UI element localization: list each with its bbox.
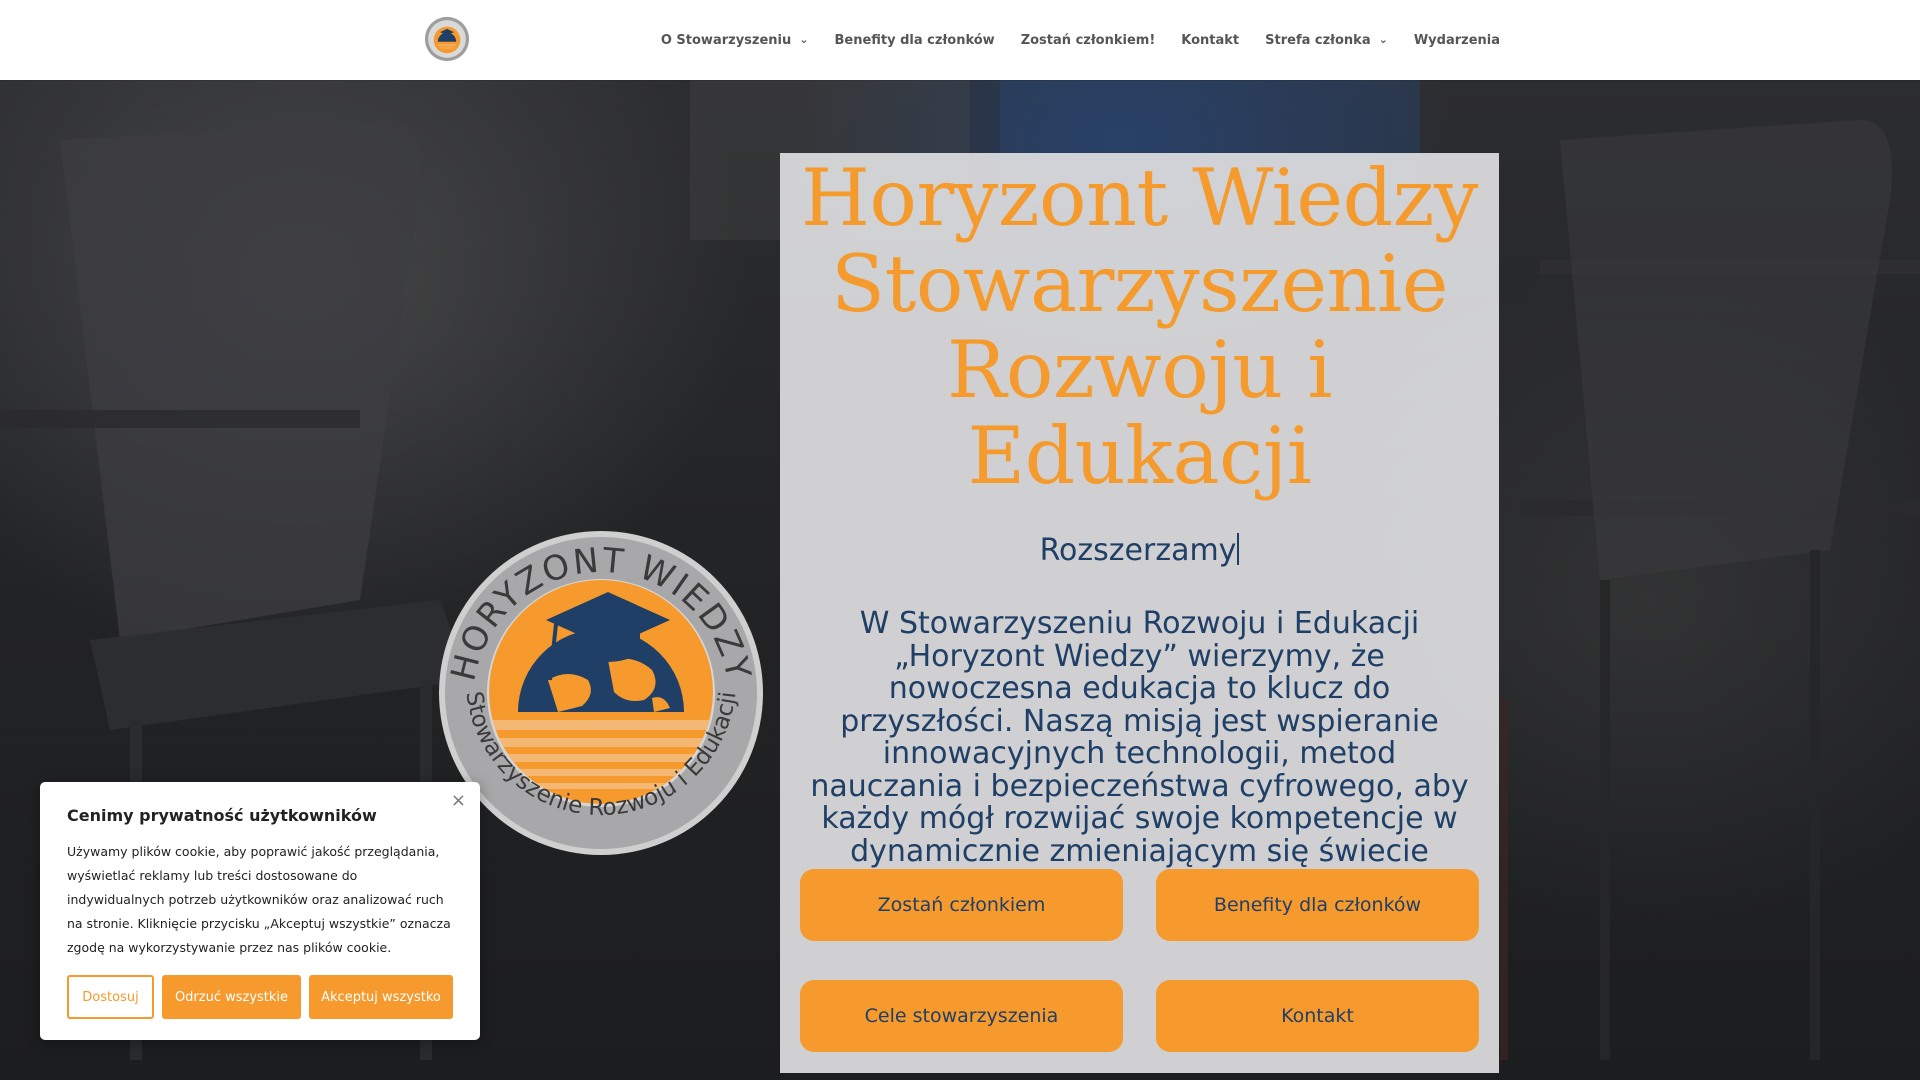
typing-caret xyxy=(1237,533,1240,565)
typed-text: Rozszerzamy xyxy=(780,533,1499,568)
cookie-title: Cenimy prywatność użytkowników xyxy=(67,806,377,825)
nav-item-wydarzenia[interactable]: Wydarzenia xyxy=(1414,33,1500,48)
contact-button[interactable]: Kontakt xyxy=(1156,980,1479,1052)
customize-cookies-button[interactable]: Dostosuj xyxy=(67,975,154,1019)
nav-item-zostan-czlonkiem[interactable]: Zostań członkiem! xyxy=(1021,33,1156,48)
site-logo[interactable] xyxy=(424,16,470,62)
nav-item-strefa-czlonka[interactable]: Strefa członka ⌄ xyxy=(1265,33,1388,48)
hero-title-line: Edukacji xyxy=(967,410,1312,502)
close-icon[interactable]: × xyxy=(451,790,466,811)
become-member-button[interactable]: Zostań członkiem xyxy=(800,869,1123,941)
site-header: O Stowarzyszeniu ⌄ Benefity dla członków… xyxy=(0,0,1920,80)
hero-title-line: Horyzont Wiedzy xyxy=(801,152,1478,244)
horyzont-wiedzy-emblem: HORYZONT WIEDZY Stowarzyszenie Rozwoju i… xyxy=(439,531,763,855)
nav-item-label: O Stowarzyszeniu xyxy=(660,32,792,48)
hero-title-line: Stowarzyszenie xyxy=(831,238,1448,330)
nav-item-benefity[interactable]: Benefity dla członków xyxy=(834,33,994,48)
nav-item-kontakt[interactable]: Kontakt xyxy=(1181,33,1239,48)
hero-panel: Horyzont Wiedzy Stowarzyszenie Rozwoju i… xyxy=(780,153,1499,1073)
hero-title-line: Rozwoju i xyxy=(946,324,1333,416)
cookie-consent-banner: × Cenimy prywatność użytkowników Używamy… xyxy=(40,782,480,1040)
nav-item-label: Benefity dla członków xyxy=(834,32,995,48)
mission-statement: W Stowarzyszeniu Rozwoju i Edukacji „Hor… xyxy=(810,606,1469,869)
hero-title: Horyzont Wiedzy Stowarzyszenie Rozwoju i… xyxy=(780,155,1499,499)
nav-item-label: Wydarzenia xyxy=(1413,32,1500,48)
nav-item-label: Zostań członkiem! xyxy=(1020,32,1156,48)
chevron-down-icon: ⌄ xyxy=(1378,32,1388,46)
main-nav: O Stowarzyszeniu ⌄ Benefity dla członków… xyxy=(661,0,1500,80)
accept-all-cookies-button[interactable]: Akceptuj wszystko xyxy=(309,975,453,1019)
association-goals-button[interactable]: Cele stowarzyszenia xyxy=(800,980,1123,1052)
chevron-down-icon: ⌄ xyxy=(799,32,809,46)
nav-item-label: Strefa członka xyxy=(1265,32,1371,48)
cookie-text: Używamy plików cookie, aby poprawić jako… xyxy=(67,844,451,955)
nav-item-o-stowarzyszeniu[interactable]: O Stowarzyszeniu ⌄ xyxy=(661,33,809,48)
reject-all-cookies-button[interactable]: Odrzuć wszystkie xyxy=(162,975,301,1019)
typed-text-value: Rozszerzamy xyxy=(1039,533,1237,568)
member-benefits-button[interactable]: Benefity dla członków xyxy=(1156,869,1479,941)
nav-item-label: Kontakt xyxy=(1181,32,1240,48)
